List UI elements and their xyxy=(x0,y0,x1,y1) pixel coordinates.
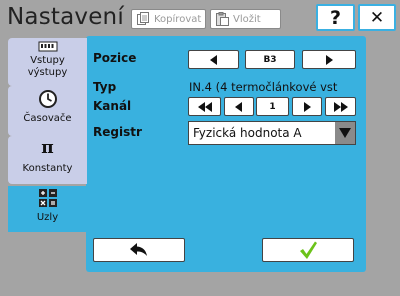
copy-icon xyxy=(137,12,149,25)
sidebar-item-label: Konstanty xyxy=(22,163,73,174)
copy-label: Kopírovat xyxy=(154,13,202,25)
position-label: Pozice xyxy=(93,51,137,65)
channel-first-button[interactable] xyxy=(188,97,221,116)
register-label: Registr xyxy=(93,125,142,139)
sidebar-item-nodes[interactable]: Uzly xyxy=(8,186,87,232)
position-next-button[interactable] xyxy=(302,50,356,69)
dropdown-button[interactable] xyxy=(335,122,355,144)
chevron-down-icon xyxy=(339,128,351,138)
paste-icon xyxy=(216,12,229,26)
calculator-icon xyxy=(38,189,57,207)
io-module-icon xyxy=(38,41,57,52)
sidebar-item-label: Uzly xyxy=(36,212,59,223)
help-label: ? xyxy=(329,6,342,29)
help-button[interactable]: ? xyxy=(316,4,355,31)
page-title: Nastavení xyxy=(7,4,124,30)
paste-button[interactable]: Vložit xyxy=(210,9,281,29)
sidebar-item-timers[interactable]: Časovače xyxy=(8,86,87,136)
channel-prev-button[interactable] xyxy=(224,97,254,116)
double-arrow-left-icon xyxy=(197,101,212,112)
back-arrow-icon xyxy=(130,243,147,256)
close-icon: ✕ xyxy=(369,7,385,28)
arrow-right-icon xyxy=(304,101,311,112)
copy-button[interactable]: Kopírovat xyxy=(131,9,206,29)
sidebar-item-label: Vstupy výstupy xyxy=(27,55,68,78)
settings-panel xyxy=(86,36,366,272)
channel-label: Kanál xyxy=(93,99,132,113)
channel-last-button[interactable] xyxy=(325,97,356,116)
arrow-left-icon xyxy=(235,101,242,112)
type-value: IN.4 (4 termočlánkové vst xyxy=(189,80,338,94)
position-prev-button[interactable] xyxy=(188,50,239,69)
sidebar-item-label: Časovače xyxy=(23,113,72,124)
paste-label: Vložit xyxy=(233,13,261,25)
type-label: Typ xyxy=(93,80,117,94)
pi-icon: π xyxy=(41,138,54,158)
channel-value: 1 xyxy=(256,97,289,116)
confirm-button[interactable] xyxy=(262,238,354,262)
position-value: B3 xyxy=(245,50,295,69)
close-button[interactable]: ✕ xyxy=(358,4,396,31)
clock-icon xyxy=(38,90,57,108)
sidebar-item-io[interactable]: Vstupy výstupy xyxy=(8,38,87,86)
double-arrow-right-icon xyxy=(333,101,348,112)
channel-next-button[interactable] xyxy=(292,97,322,116)
arrow-right-icon xyxy=(326,54,333,65)
sidebar-item-constants[interactable]: π Konstanty xyxy=(8,136,87,184)
checkmark-icon xyxy=(300,241,317,259)
back-button[interactable] xyxy=(93,238,185,262)
arrow-left-icon xyxy=(209,54,217,65)
register-select[interactable]: Fyzická hodnota A xyxy=(188,121,356,145)
register-value: Fyzická hodnota A xyxy=(193,126,302,140)
